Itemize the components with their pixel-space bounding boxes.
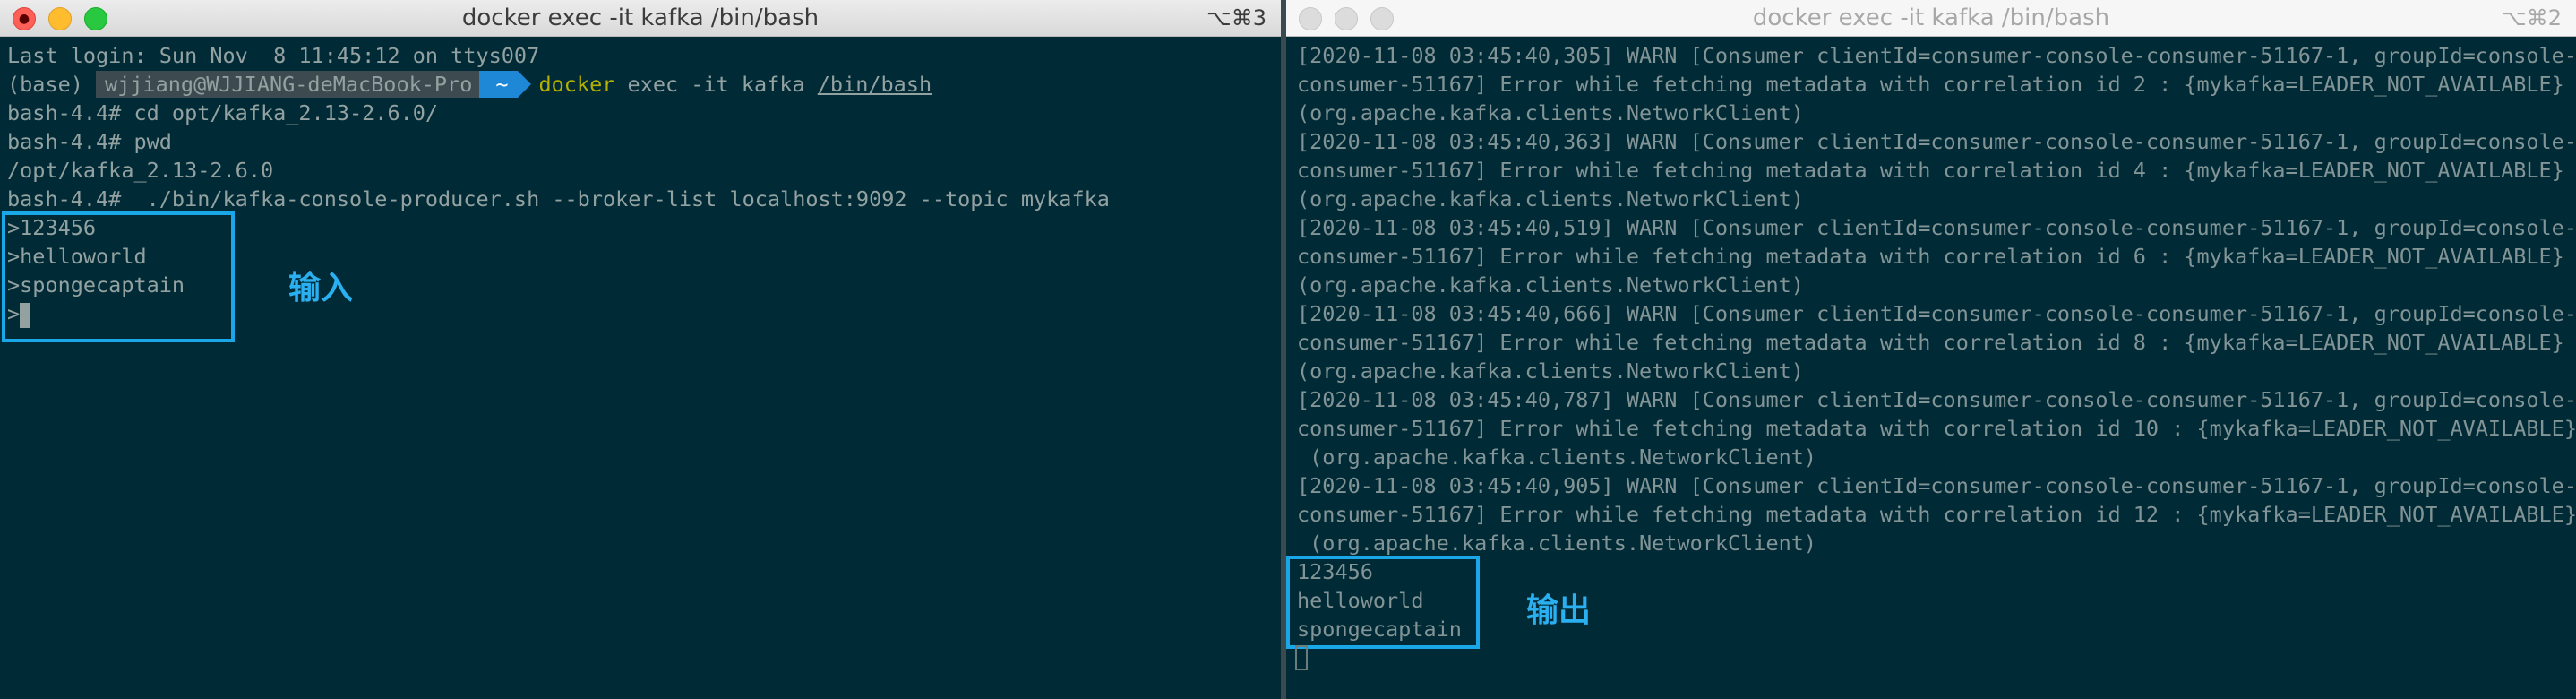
user-host-segment: wjjiang@WJJIANG-deMacBook-Pro bbox=[96, 71, 482, 98]
shell-prompt-line: (base) wjjiang@WJJIANG-deMacBook-Pro ~ doc… bbox=[7, 70, 1274, 99]
log-line: consumer-51167] Error while fetching met… bbox=[1297, 330, 2564, 355]
log-line: (org.apache.kafka.clients.NetworkClient) bbox=[1297, 531, 1817, 556]
login-line: Last login: Sun Nov 8 11:45:12 on ttys00… bbox=[7, 43, 540, 68]
consumer-output-line: spongecaptain bbox=[1297, 617, 1462, 642]
log-line: consumer-51167] Error while fetching met… bbox=[1297, 158, 2564, 183]
command-line: bash-4.4# ./bin/kafka-console-producer.s… bbox=[7, 186, 1110, 211]
log-line: (org.apache.kafka.clients.NetworkClient) bbox=[1297, 444, 1817, 470]
log-line: (org.apache.kafka.clients.NetworkClient) bbox=[1297, 100, 1804, 125]
terminal-window-consumer[interactable]: docker exec -it kafka /bin/bash ⌥⌘2 [202… bbox=[1286, 0, 2576, 699]
log-line: (org.apache.kafka.clients.NetworkClient) bbox=[1297, 272, 1804, 298]
log-line: consumer-51167] Error while fetching met… bbox=[1297, 502, 2576, 527]
command-path: /bin/bash bbox=[817, 72, 932, 97]
log-line: [2020-11-08 03:45:40,787] WARN [Consumer… bbox=[1297, 387, 2576, 412]
cwd-segment: ~ bbox=[479, 71, 531, 98]
consumer-output-line: helloworld bbox=[1297, 588, 1424, 613]
log-line: [2020-11-08 03:45:40,905] WARN [Consumer… bbox=[1297, 473, 2576, 498]
command-name: docker bbox=[538, 72, 615, 97]
log-line: consumer-51167] Error while fetching met… bbox=[1297, 244, 2564, 269]
input-annotation: 输入 bbox=[288, 270, 354, 306]
title-bar[interactable]: docker exec -it kafka /bin/bash ⌥⌘2 bbox=[1286, 0, 2576, 37]
log-line: (org.apache.kafka.clients.NetworkClient) bbox=[1297, 186, 1804, 211]
window-title: docker exec -it kafka /bin/bash bbox=[461, 4, 820, 31]
log-line: [2020-11-08 03:45:40,305] WARN [Consumer… bbox=[1297, 43, 2576, 68]
terminal-output[interactable]: [2020-11-08 03:45:40,305] WARN [Consumer… bbox=[1297, 41, 2576, 643]
tab-shortcut: ⌥⌘2 bbox=[2502, 5, 2562, 30]
input-highlight-box bbox=[2, 211, 235, 342]
consumer-output-line: 123456 bbox=[1297, 559, 1373, 584]
log-line: [2020-11-08 03:45:40,363] WARN [Consumer… bbox=[1297, 129, 2576, 154]
output-line: /opt/kafka_2.13-2.6.0 bbox=[7, 158, 274, 183]
output-highlight-box bbox=[1286, 556, 1480, 649]
log-line: [2020-11-08 03:45:40,519] WARN [Consumer… bbox=[1297, 215, 2576, 240]
conda-env: (base) bbox=[7, 72, 83, 97]
log-line: [2020-11-08 03:45:40,666] WARN [Consumer… bbox=[1297, 301, 2576, 326]
log-line: consumer-51167] Error while fetching met… bbox=[1297, 416, 2576, 441]
log-line: (org.apache.kafka.clients.NetworkClient) bbox=[1297, 358, 1804, 384]
log-line: consumer-51167] Error while fetching met… bbox=[1297, 72, 2564, 97]
output-annotation: 输出 bbox=[1526, 592, 1592, 629]
tab-shortcut: ⌥⌘3 bbox=[1206, 5, 1267, 30]
terminal-window-producer[interactable]: ● docker exec -it kafka /bin/bash ⌥⌘3 La… bbox=[0, 0, 1281, 699]
text-cursor bbox=[1295, 645, 1308, 670]
command-args: exec -it kafka bbox=[614, 72, 818, 97]
command-line: bash-4.4# pwd bbox=[7, 129, 172, 154]
window-title: docker exec -it kafka /bin/bash bbox=[1752, 4, 2110, 31]
title-bar[interactable]: ● docker exec -it kafka /bin/bash ⌥⌘3 bbox=[0, 0, 1281, 37]
command-line: bash-4.4# cd opt/kafka_2.13-2.6.0/ bbox=[7, 100, 439, 125]
